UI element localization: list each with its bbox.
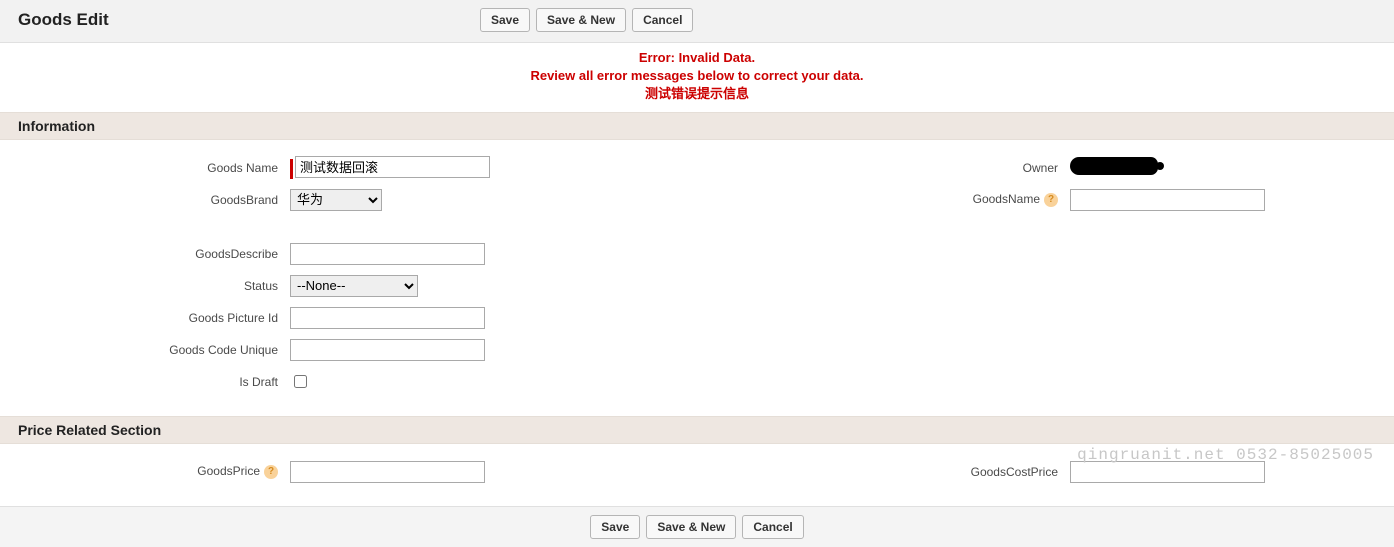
- goods-name-label: Goods Name: [0, 161, 290, 175]
- help-icon[interactable]: ?: [1044, 193, 1058, 207]
- goods-describe-input[interactable]: [290, 243, 485, 265]
- goods-name2-label: GoodsName?: [700, 192, 1070, 207]
- goods-name2-input[interactable]: [1070, 189, 1265, 211]
- cancel-button-bottom[interactable]: Cancel: [742, 515, 803, 539]
- save-button-bottom[interactable]: Save: [590, 515, 640, 539]
- save-new-button-bottom[interactable]: Save & New: [646, 515, 736, 539]
- section-information-header: Information: [0, 112, 1394, 140]
- error-line-2: Review all error messages below to corre…: [0, 67, 1394, 85]
- page-title: Goods Edit: [0, 10, 480, 30]
- top-button-row: Save Save & New Cancel: [480, 8, 693, 32]
- goods-cost-price-label: GoodsCostPrice: [700, 465, 1070, 479]
- owner-value-redacted: [1070, 157, 1158, 175]
- error-line-1: Error: Invalid Data.: [0, 49, 1394, 67]
- cancel-button-top[interactable]: Cancel: [632, 8, 693, 32]
- required-indicator: [290, 159, 293, 179]
- goods-price-label: GoodsPrice?: [0, 464, 290, 479]
- status-select[interactable]: --None--: [290, 275, 418, 297]
- goods-cost-price-input[interactable]: [1070, 461, 1265, 483]
- goods-brand-label: GoodsBrand: [0, 193, 290, 207]
- goods-price-input[interactable]: [290, 461, 485, 483]
- error-message: Error: Invalid Data. Review all error me…: [0, 43, 1394, 112]
- error-line-3: 测试错误提示信息: [0, 85, 1394, 103]
- goods-code-unique-label: Goods Code Unique: [0, 343, 290, 357]
- goods-picture-id-input[interactable]: [290, 307, 485, 329]
- owner-label: Owner: [700, 161, 1070, 175]
- help-icon[interactable]: ?: [264, 465, 278, 479]
- header-bar: Goods Edit Save Save & New Cancel: [0, 0, 1394, 43]
- is-draft-label: Is Draft: [0, 375, 290, 389]
- goods-picture-id-label: Goods Picture Id: [0, 311, 290, 325]
- section-information-body: Goods Name Owner GoodsBrand 华为 GoodsName…: [0, 140, 1394, 416]
- is-draft-checkbox[interactable]: [294, 375, 307, 388]
- bottom-button-row: Save Save & New Cancel: [590, 515, 803, 539]
- save-button-top[interactable]: Save: [480, 8, 530, 32]
- save-new-button-top[interactable]: Save & New: [536, 8, 626, 32]
- goods-code-unique-input[interactable]: [290, 339, 485, 361]
- goods-brand-select[interactable]: 华为: [290, 189, 382, 211]
- section-price-body: GoodsPrice? GoodsCostPrice: [0, 444, 1394, 506]
- section-price-header: Price Related Section: [0, 416, 1394, 444]
- status-label: Status: [0, 279, 290, 293]
- footer-bar: Save Save & New Cancel: [0, 506, 1394, 547]
- goods-name-input[interactable]: [295, 156, 490, 178]
- goods-describe-label: GoodsDescribe: [0, 247, 290, 261]
